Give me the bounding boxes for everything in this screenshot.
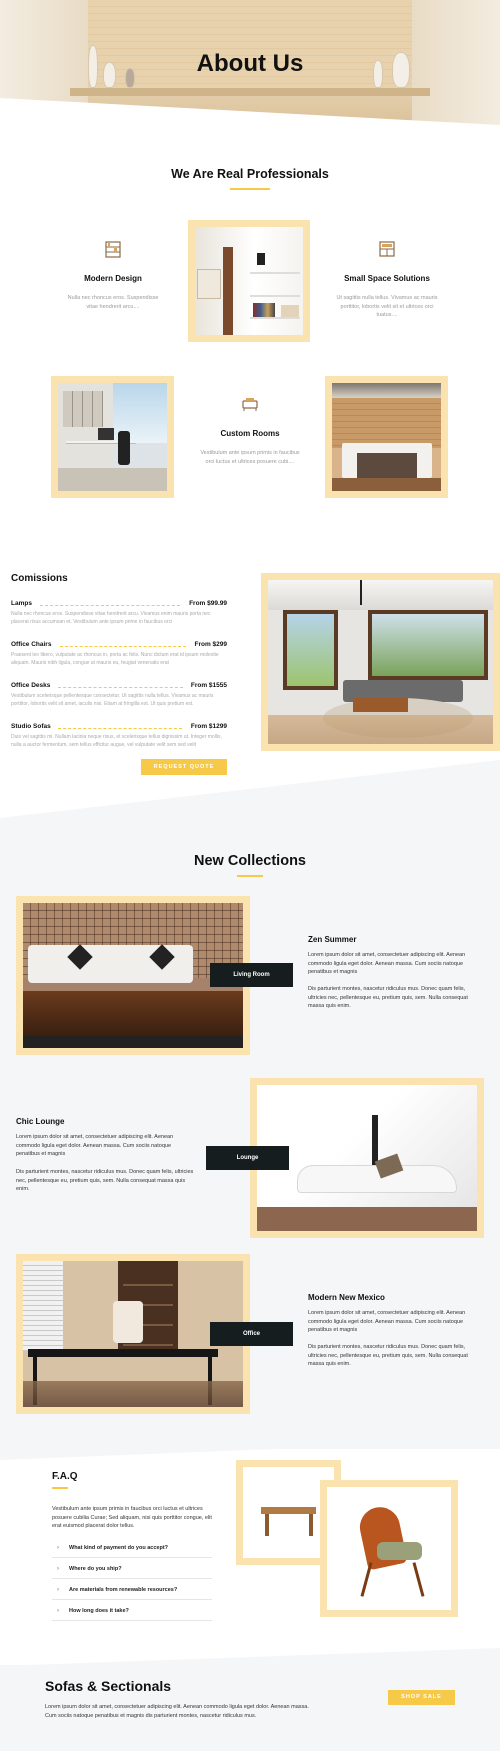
collection-title: Chic Lounge — [16, 1117, 65, 1126]
interior-photo-frame — [51, 376, 174, 498]
commission-name: Studio Sofas — [11, 723, 51, 730]
bookshelf-icon — [105, 241, 121, 258]
collection-title: Modern New Mexico — [308, 1293, 385, 1302]
heading-underline — [230, 188, 270, 190]
interior-photo-frame — [261, 573, 500, 751]
interior-photo-frame — [325, 376, 448, 498]
lounge-chair-photo — [327, 1487, 451, 1610]
faq-question[interactable]: › Where do you ship? — [52, 1559, 212, 1579]
commission-name: Lamps — [11, 600, 32, 607]
collection-text: Lorem ipsum dolor sit amet, consectetuer… — [308, 1310, 466, 1333]
collection-category-label[interactable]: Lounge — [206, 1146, 289, 1170]
living-room-photo — [268, 580, 493, 744]
commission-price: From $99.99 — [189, 600, 227, 607]
faq-question[interactable]: › What kind of payment do you accept? — [52, 1538, 212, 1558]
collection-title: Zen Summer — [308, 935, 357, 944]
page-title: About Us — [196, 50, 304, 77]
commission-description: Nulla nec rhoncus eros. Suspendisse vita… — [11, 611, 211, 625]
home-office-photo — [58, 383, 167, 491]
commission-description: Duis vel sagittis mi. Nullam lacinia neq… — [11, 734, 222, 748]
section-heading: New Collections — [194, 853, 306, 869]
collection-category-label[interactable]: Office — [210, 1322, 293, 1346]
heading-underline — [237, 875, 263, 877]
section-slant — [0, 760, 500, 820]
collection-text: Lorem ipsum dolor sit amet, consectetuer… — [16, 1134, 174, 1157]
interior-photo-frame — [188, 220, 310, 342]
product-photo-frame — [320, 1480, 458, 1617]
bedroom-photo — [332, 383, 441, 491]
feature-text: Ut sagittis nulla tellus. Vivamus ac mau… — [336, 295, 438, 318]
section-slant — [0, 1648, 500, 1666]
collection-text: Dis parturient montes, nascetur ridiculu… — [308, 1344, 468, 1367]
section-heading: Comissions — [11, 573, 68, 584]
cabinet-icon — [379, 241, 395, 257]
commission-description: Vestibulum scelerisque pellentesque cons… — [11, 693, 214, 707]
commission-name: Office Desks — [11, 682, 51, 689]
hero-banner: About Us — [0, 0, 500, 125]
chevron-right-icon: › — [57, 1608, 59, 1614]
shop-sale-button[interactable]: Shop Sale — [388, 1690, 455, 1705]
sofas-text: Lorem ipsum dolor sit amet, consectetuer… — [45, 1704, 309, 1719]
bookshelf-photo — [195, 227, 303, 335]
section-slant — [0, 1440, 500, 1460]
faq-heading: F.A.Q — [52, 1471, 78, 1482]
collection-category-label[interactable]: Living Room — [210, 963, 293, 987]
commission-name: Office Chairs — [11, 641, 52, 648]
feature-title: Small Space Solutions — [344, 274, 430, 283]
collection-text: Dis parturient montes, nascetur ridiculu… — [16, 1169, 194, 1192]
section-heading: We Are Real Professionals — [171, 167, 329, 181]
commission-price: From $299 — [194, 641, 227, 648]
feature-text: Nulla nec rhoncus eros. Suspendisse vita… — [67, 295, 159, 310]
faq-question[interactable]: › How long does it take? — [52, 1601, 212, 1621]
faq-question[interactable]: › Are materials from renewable resources… — [52, 1580, 212, 1600]
chevron-right-icon: › — [57, 1587, 59, 1593]
sofas-heading: Sofas & Sectionals — [45, 1678, 172, 1694]
sofa-bench-icon — [242, 398, 258, 411]
commission-description: Praesent leo libero, vulputate ac rhoncu… — [11, 652, 219, 666]
collection-text: Lorem ipsum dolor sit amet, consectetuer… — [308, 952, 466, 975]
feature-text: Vestibulum ante ipsum primis in faucibus… — [200, 450, 300, 465]
faq-intro: Vestibulum ante ipsum primis in faucibus… — [52, 1506, 212, 1529]
feature-title: Custom Rooms — [220, 429, 280, 438]
chevron-right-icon: › — [57, 1566, 59, 1572]
chic-lounge-photo — [257, 1085, 477, 1231]
collection-text: Dis parturient montes, nascetur ridiculu… — [308, 986, 468, 1009]
commission-price: From $1299 — [190, 723, 227, 730]
feature-title: Modern Design — [84, 274, 142, 283]
chevron-right-icon: › — [57, 1545, 59, 1551]
heading-underline — [52, 1487, 68, 1489]
commission-price: From $1555 — [190, 682, 227, 689]
